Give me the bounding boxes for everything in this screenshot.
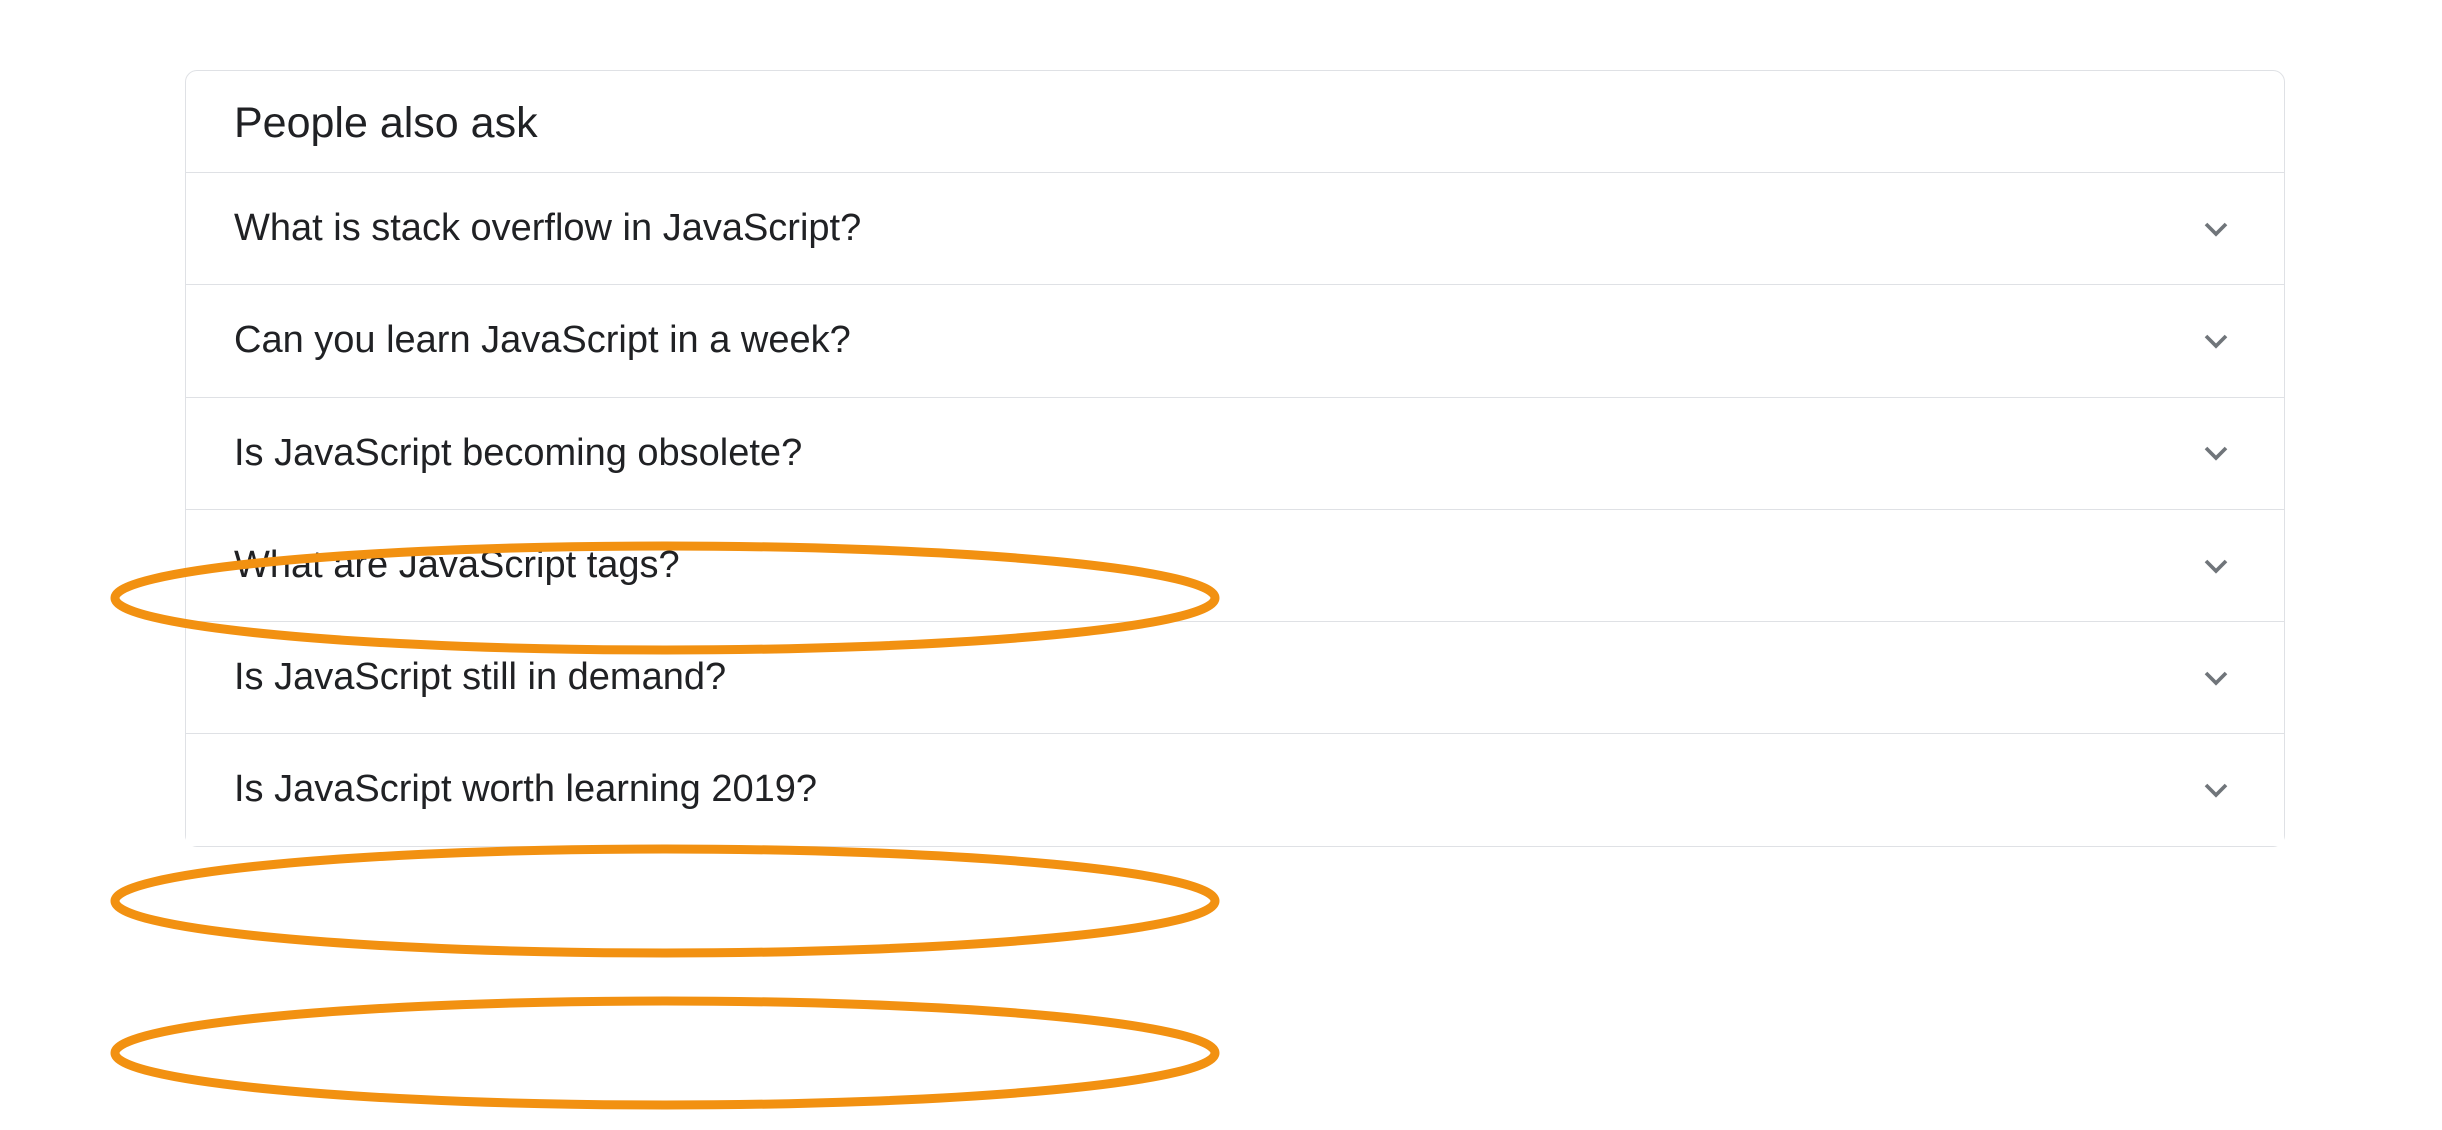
paa-question-text: Can you learn JavaScript in a week? bbox=[234, 315, 851, 366]
paa-item-0[interactable]: What is stack overflow in JavaScript? bbox=[186, 172, 2284, 284]
chevron-down-icon bbox=[2196, 546, 2236, 586]
annotation-ellipse-2 bbox=[100, 988, 1230, 1118]
paa-header: People also ask bbox=[186, 71, 2284, 172]
paa-question-text: Is JavaScript worth learning 2019? bbox=[234, 764, 817, 815]
paa-question-text: What are JavaScript tags? bbox=[234, 540, 680, 591]
people-also-ask-box: People also ask What is stack overflow i… bbox=[185, 70, 2285, 847]
chevron-down-icon bbox=[2196, 433, 2236, 473]
paa-question-text: Is JavaScript still in demand? bbox=[234, 652, 726, 703]
chevron-down-icon bbox=[2196, 321, 2236, 361]
chevron-down-icon bbox=[2196, 770, 2236, 810]
paa-item-2[interactable]: Is JavaScript becoming obsolete? bbox=[186, 397, 2284, 509]
chevron-down-icon bbox=[2196, 209, 2236, 249]
paa-title: People also ask bbox=[234, 99, 2236, 148]
annotation-ellipse-1 bbox=[100, 836, 1230, 966]
paa-question-text: What is stack overflow in JavaScript? bbox=[234, 203, 861, 254]
paa-question-text: Is JavaScript becoming obsolete? bbox=[234, 428, 802, 479]
chevron-down-icon bbox=[2196, 658, 2236, 698]
paa-item-3[interactable]: What are JavaScript tags? bbox=[186, 509, 2284, 621]
paa-item-5[interactable]: Is JavaScript worth learning 2019? bbox=[186, 733, 2284, 845]
paa-item-1[interactable]: Can you learn JavaScript in a week? bbox=[186, 284, 2284, 396]
paa-item-4[interactable]: Is JavaScript still in demand? bbox=[186, 621, 2284, 733]
